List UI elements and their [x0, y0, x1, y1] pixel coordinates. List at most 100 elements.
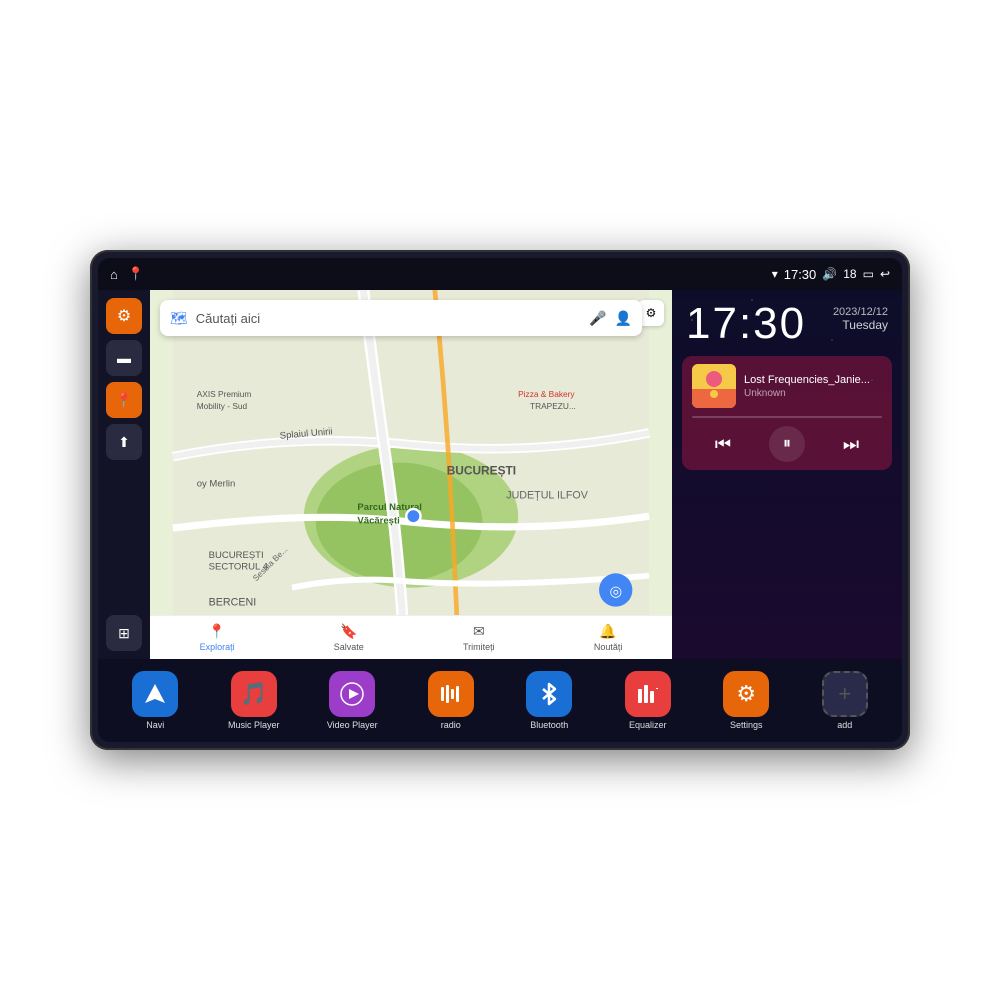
pause-button[interactable]: ⏸	[769, 426, 805, 462]
sidebar-nav-button[interactable]: ⬆	[106, 424, 142, 460]
music-info: Lost Frequencies_Janie... Unknown	[744, 374, 882, 399]
add-label: add	[837, 720, 852, 730]
app-grid: Navi 🎵 Music Player Video Player	[102, 667, 898, 734]
add-icon-wrap: +	[822, 671, 868, 717]
navi-label: Navi	[146, 720, 164, 730]
music-card: Lost Frequencies_Janie... Unknown ⏮ ⏸ ⏭	[682, 356, 892, 470]
music-player-icon-wrap: 🎵	[231, 671, 277, 717]
app-settings[interactable]: ⚙ Settings	[699, 667, 794, 734]
bluetooth-label: Bluetooth	[530, 720, 568, 730]
send-icon: ✉	[473, 623, 485, 640]
app-bluetooth[interactable]: Bluetooth	[502, 667, 597, 734]
svg-text:Pizza & Bakery: Pizza & Bakery	[518, 389, 575, 399]
video-player-icon-wrap	[329, 671, 375, 717]
album-art-inner	[692, 364, 736, 408]
status-time: 17:30	[784, 267, 817, 282]
music-controls: ⏮ ⏸ ⏭	[692, 426, 882, 462]
app-video-player[interactable]: Video Player	[305, 667, 400, 734]
sidebar-apps-button[interactable]: ⊞	[106, 615, 142, 651]
sidebar-settings-button[interactable]: ⚙	[106, 298, 142, 334]
google-maps-icon: 🗺	[170, 310, 188, 327]
map-search-bar[interactable]: 🗺 Căutați aici 🎤 👤	[160, 300, 642, 336]
music-progress-bar[interactable]	[692, 416, 882, 418]
explore-icon: 📍	[208, 623, 225, 640]
date-display: 2023/12/12	[833, 306, 888, 318]
svg-text:AXIS Premium: AXIS Premium	[197, 389, 252, 399]
wifi-icon: ▾	[772, 267, 778, 281]
status-bar: ⌂ 📍 ▾ 17:30 🔊 18 ▭ ↩	[98, 258, 902, 290]
date-info: 2023/12/12 Tuesday	[833, 302, 888, 332]
status-right: ▾ 17:30 🔊 18 ▭ ↩	[772, 267, 890, 282]
back-icon[interactable]: ↩	[880, 267, 890, 281]
send-label: Trimiteți	[463, 642, 495, 652]
mic-icon[interactable]: 🎤	[589, 310, 606, 327]
app-equalizer[interactable]: Equalizer	[601, 667, 696, 734]
music-player-label: Music Player	[228, 720, 280, 730]
profile-icon[interactable]: 👤	[615, 310, 632, 327]
navi-icon-wrap	[132, 671, 178, 717]
map-svg: Splaiul Unirii BUCUREȘTI JUDEȚUL ILFOV B…	[150, 290, 672, 659]
status-left: ⌂ 📍	[110, 266, 144, 282]
settings-icon: ⚙	[646, 306, 657, 320]
music-artist: Unknown	[744, 388, 882, 399]
settings-icon-wrap: ⚙	[723, 671, 769, 717]
battery-icon: ▭	[863, 267, 874, 281]
equalizer-icon-wrap	[625, 671, 671, 717]
battery-level: 18	[843, 267, 856, 281]
map-bottom-nav: 📍 Explorați 🔖 Salvate ✉ Trimiteți 🔔	[150, 615, 672, 659]
updates-label: Noutăți	[594, 642, 623, 652]
sidebar-map-button[interactable]: 📍	[106, 382, 142, 418]
explore-label: Explorați	[200, 642, 235, 652]
app-radio[interactable]: radio	[404, 667, 499, 734]
next-button[interactable]: ⏭	[835, 430, 867, 459]
app-add[interactable]: + add	[798, 667, 893, 734]
arrow-up-icon: ⬆	[118, 434, 130, 451]
car-head-unit: ⌂ 📍 ▾ 17:30 🔊 18 ▭ ↩ ⚙ ▬	[90, 250, 910, 750]
map-pin-icon: 📍	[115, 392, 132, 409]
radio-icon-wrap	[428, 671, 474, 717]
prev-button[interactable]: ⏮	[707, 430, 739, 459]
app-grid-section: Navi 🎵 Music Player Video Player	[98, 659, 902, 742]
device-screen: ⌂ 📍 ▾ 17:30 🔊 18 ▭ ↩ ⚙ ▬	[98, 258, 902, 742]
svg-text:BUCUREȘTI: BUCUREȘTI	[447, 464, 516, 478]
saved-label: Salvate	[334, 642, 364, 652]
app-music-player[interactable]: 🎵 Music Player	[207, 667, 302, 734]
app-navi[interactable]: Navi	[108, 667, 203, 734]
map-nav-explore[interactable]: 📍 Explorați	[200, 623, 235, 652]
left-sidebar: ⚙ ▬ 📍 ⬆ ⊞	[98, 290, 150, 659]
svg-text:Văcărești: Văcărești	[357, 515, 399, 526]
music-title: Lost Frequencies_Janie...	[744, 374, 882, 386]
grid-icon: ⊞	[118, 625, 130, 642]
svg-text:BERCENI: BERCENI	[209, 596, 257, 608]
main-content: ⚙ ▬ 📍 ⬆ ⊞	[98, 290, 902, 659]
maps-pin-icon[interactable]: 📍	[128, 266, 144, 282]
svg-text:BUCUREȘTI: BUCUREȘTI	[209, 550, 264, 561]
volume-icon: 🔊	[822, 267, 837, 281]
svg-text:TRAPEZU...: TRAPEZU...	[530, 401, 576, 411]
map-nav-send[interactable]: ✉ Trimiteți	[463, 623, 495, 652]
clock-section: 17:30 2023/12/12 Tuesday	[672, 290, 902, 352]
sidebar-inbox-button[interactable]: ▬	[106, 340, 142, 376]
bluetooth-icon-wrap	[526, 671, 572, 717]
saved-icon: 🔖	[340, 623, 357, 640]
home-icon[interactable]: ⌂	[110, 267, 118, 282]
search-input[interactable]: Căutați aici	[196, 311, 581, 326]
day-display: Tuesday	[833, 318, 888, 332]
right-panel: 17:30 2023/12/12 Tuesday	[672, 290, 902, 659]
svg-text:◎: ◎	[610, 584, 622, 600]
map-area: Splaiul Unirii BUCUREȘTI JUDEȚUL ILFOV B…	[150, 290, 672, 659]
map-container: Splaiul Unirii BUCUREȘTI JUDEȚUL ILFOV B…	[150, 290, 672, 659]
map-nav-saved[interactable]: 🔖 Salvate	[334, 623, 364, 652]
radio-label: radio	[441, 720, 461, 730]
music-top: Lost Frequencies_Janie... Unknown	[692, 364, 882, 408]
svg-text:Mobility - Sud: Mobility - Sud	[197, 401, 248, 411]
svg-text:oy Merlin: oy Merlin	[197, 478, 236, 489]
video-player-label: Video Player	[327, 720, 378, 730]
equalizer-label: Equalizer	[629, 720, 667, 730]
map-nav-updates[interactable]: 🔔 Noutăți	[594, 623, 623, 652]
gear-icon: ⚙	[117, 306, 131, 326]
settings-label: Settings	[730, 720, 763, 730]
svg-text:JUDEȚUL ILFOV: JUDEȚUL ILFOV	[506, 489, 589, 501]
inbox-icon: ▬	[117, 350, 131, 366]
album-art	[692, 364, 736, 408]
